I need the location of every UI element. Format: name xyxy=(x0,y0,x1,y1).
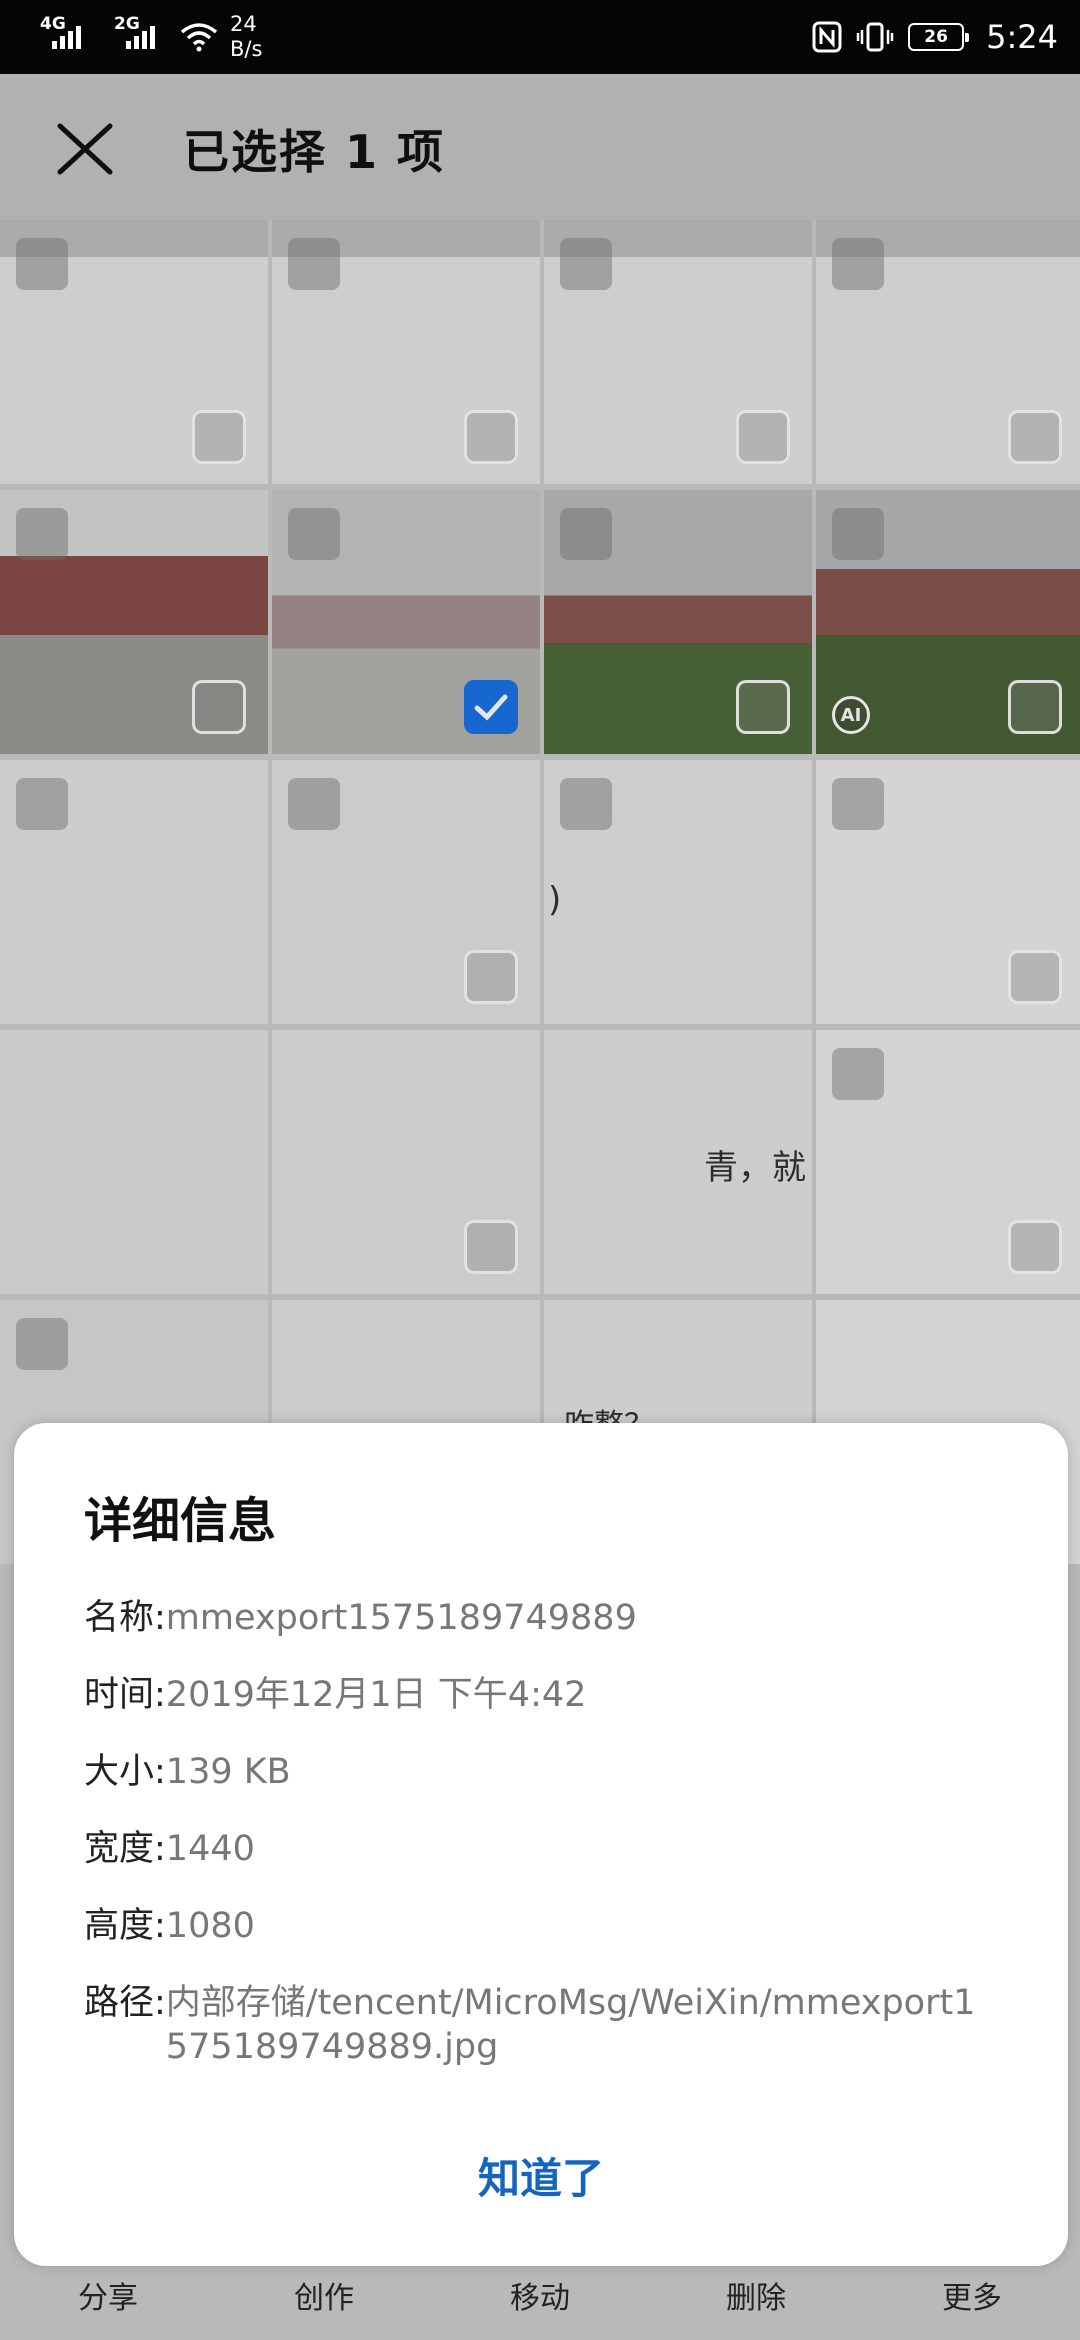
info-label: 路径: xyxy=(84,1983,166,2023)
info-row-height: 高度: 1080 xyxy=(84,1904,984,1948)
clock: 5:24 xyxy=(986,18,1058,56)
battery-icon: 26 xyxy=(908,23,970,51)
info-label: 名称: xyxy=(84,1598,166,1638)
dialog-title: 详细信息 xyxy=(84,1493,277,1549)
signal-icon-2 xyxy=(126,26,155,49)
details-dialog: 详细信息 名称: mmexport1575189749889 时间: 2019年… xyxy=(14,1423,1068,2266)
more-button[interactable]: 更多 xyxy=(897,2273,1047,2317)
signal-icon xyxy=(52,26,81,49)
info-value: 1080 xyxy=(165,1906,255,1946)
vibrate-icon xyxy=(856,22,894,52)
status-bar: 4G 2G 24 B/s 26 5:24 xyxy=(0,0,1080,74)
speed-value: 24 xyxy=(230,12,257,36)
create-button[interactable]: 创作 xyxy=(249,2273,399,2317)
info-value: 1440 xyxy=(165,1829,255,1869)
nfc-icon xyxy=(812,21,842,53)
info-row-time: 时间: 2019年12月1日 下午4:42 xyxy=(84,1673,984,1717)
speed-unit: B/s xyxy=(230,37,263,61)
move-button[interactable]: 移动 xyxy=(465,2273,615,2317)
info-row-size: 大小: 139 KB xyxy=(84,1750,984,1794)
info-row-path: 路径: 内部存储/tencent/MicroMsg/WeiXin/mmexpor… xyxy=(84,1981,984,2069)
info-label: 时间: xyxy=(84,1675,166,1715)
info-row-name: 名称: mmexport1575189749889 xyxy=(84,1596,984,1640)
info-label: 高度: xyxy=(84,1906,166,1946)
network-speed: 24 B/s xyxy=(230,12,262,62)
wifi-icon xyxy=(180,23,218,52)
info-label: 宽度: xyxy=(84,1829,166,1869)
info-label: 大小: xyxy=(84,1752,166,1792)
info-row-width: 宽度: 1440 xyxy=(84,1827,984,1871)
info-value: 139 KB xyxy=(165,1752,291,1792)
info-value: 内部存储/tencent/MicroMsg/WeiXin/mmexport157… xyxy=(165,1983,976,2067)
delete-button[interactable]: 删除 xyxy=(681,2273,831,2317)
share-button[interactable]: 分享 xyxy=(33,2273,183,2317)
confirm-button[interactable]: 知道了 xyxy=(14,2145,1068,2206)
info-value: 2019年12月1日 下午4:42 xyxy=(165,1675,587,1715)
info-value: mmexport1575189749889 xyxy=(165,1598,637,1638)
